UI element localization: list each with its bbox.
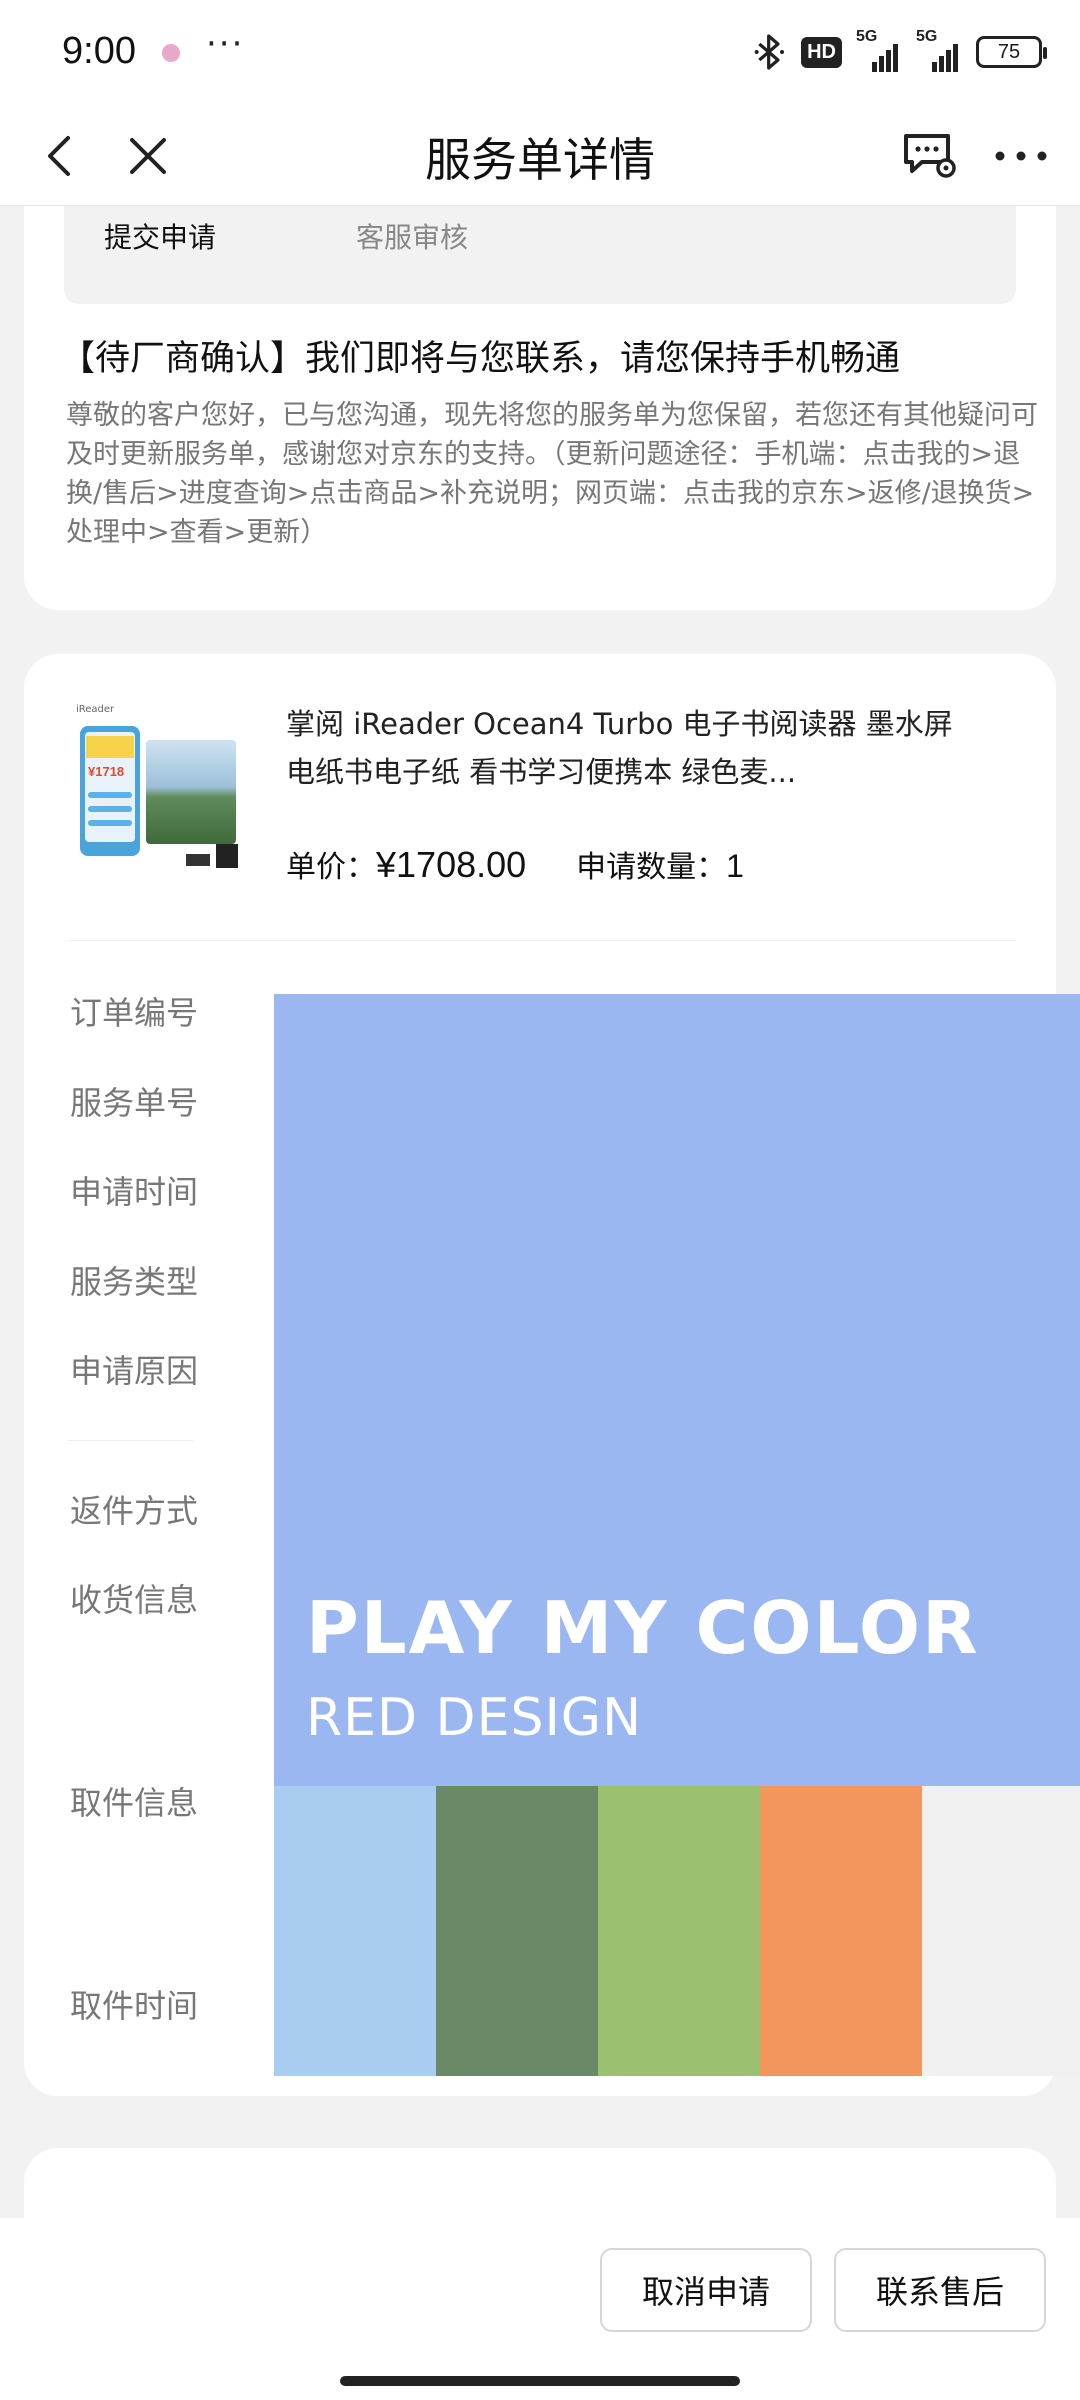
status-bar: 9:00 ··· HD 5G 5G 75 [0,0,1080,110]
bottom-action-bar: 取消申请 联系售后 [0,2218,1080,2400]
product-device-graphic: ¥1718 [80,726,140,856]
product-image-price: ¥1718 [88,764,125,779]
field-return-method: 返件方式 [70,1492,199,1530]
color-swatch-dark-green [436,1786,598,2076]
more-options-icon[interactable] [986,124,1056,188]
field-service-type: 服务类型 [70,1263,199,1301]
price-row: 单价： ¥1708.00 申请数量： 1 [286,842,744,886]
quantity-value: 1 [726,848,744,884]
divider [68,1440,194,1441]
signal-1-label: 5G [856,28,878,45]
notice-body: 尊敬的客户您好，已与您沟通，现先将您的服务单为您保留，若您还有其他疑问可及时更新… [66,400,1038,548]
progress-step-submit: 提交申请 [104,221,217,254]
price-label: 单价： [286,850,376,885]
cancel-application-button[interactable]: 取消申请 [600,2248,812,2332]
signal-2-label: 5G [916,28,938,45]
signal-2-icon: 5G [916,28,962,72]
status-more-icon: ··· [206,24,245,64]
divider [68,940,1016,941]
signal-1-icon: 5G [856,28,902,72]
field-pickup-time: 取件时间 [70,1987,199,2025]
notice-title: 【待厂商确认】我们即将与您联系，请您保持手机畅通 [60,339,901,379]
message-settings-icon[interactable] [898,124,962,188]
color-overlay-image: PLAY MY COLOR RED DESIGN [274,994,1080,2076]
progress-step-review: 客服审核 [356,221,469,254]
overlay-subtitle: RED DESIGN [306,1688,642,1748]
color-swatch-orange [760,1786,922,2076]
field-receive-info: 收货信息 [70,1581,199,1619]
field-apply-reason: 申请原因 [70,1352,199,1390]
color-swatch-green [598,1786,760,2076]
field-service-number: 服务单号 [70,1084,199,1122]
battery-icon: 75 [976,36,1047,68]
hd-badge: HD [801,36,842,68]
color-swatch-grey [922,1786,1080,2076]
color-swatch-light-blue [274,1786,436,2076]
battery-level: 75 [997,40,1021,63]
product-image-brand: iReader [76,704,115,715]
field-pickup-info: 取件信息 [70,1784,199,1822]
status-card: 提交申请 客服审核 【待厂商确认】我们即将与您联系，请您保持手机畅通 尊敬的客户… [24,206,1056,610]
progress-box: 提交申请 客服审核 [64,206,1016,304]
clock: 9:00 [62,30,136,72]
product-page-graphic [146,740,236,844]
field-apply-time: 申请时间 [70,1173,199,1211]
contact-after-sales-button[interactable]: 联系售后 [834,2248,1046,2332]
product-image[interactable]: iReader ¥1718 [76,704,242,874]
quantity-label: 申请数量： [576,850,727,885]
status-icons: HD 5G 5G 75 [753,28,1047,72]
field-order-number: 订单编号 [70,994,199,1032]
notification-dot-icon [162,44,180,62]
product-name[interactable]: 掌阅 iReader Ocean4 Turbo 电子书阅读器 墨水屏电纸书电子纸… [286,700,966,796]
price-value: ¥1708.00 [376,844,527,885]
bluetooth-icon [754,34,785,70]
overlay-title: PLAY MY COLOR [306,1586,980,1670]
home-indicator[interactable] [340,2376,740,2386]
nav-bar: 服务单详情 [0,110,1080,206]
overlay-banner: PLAY MY COLOR RED DESIGN [274,994,1080,1786]
